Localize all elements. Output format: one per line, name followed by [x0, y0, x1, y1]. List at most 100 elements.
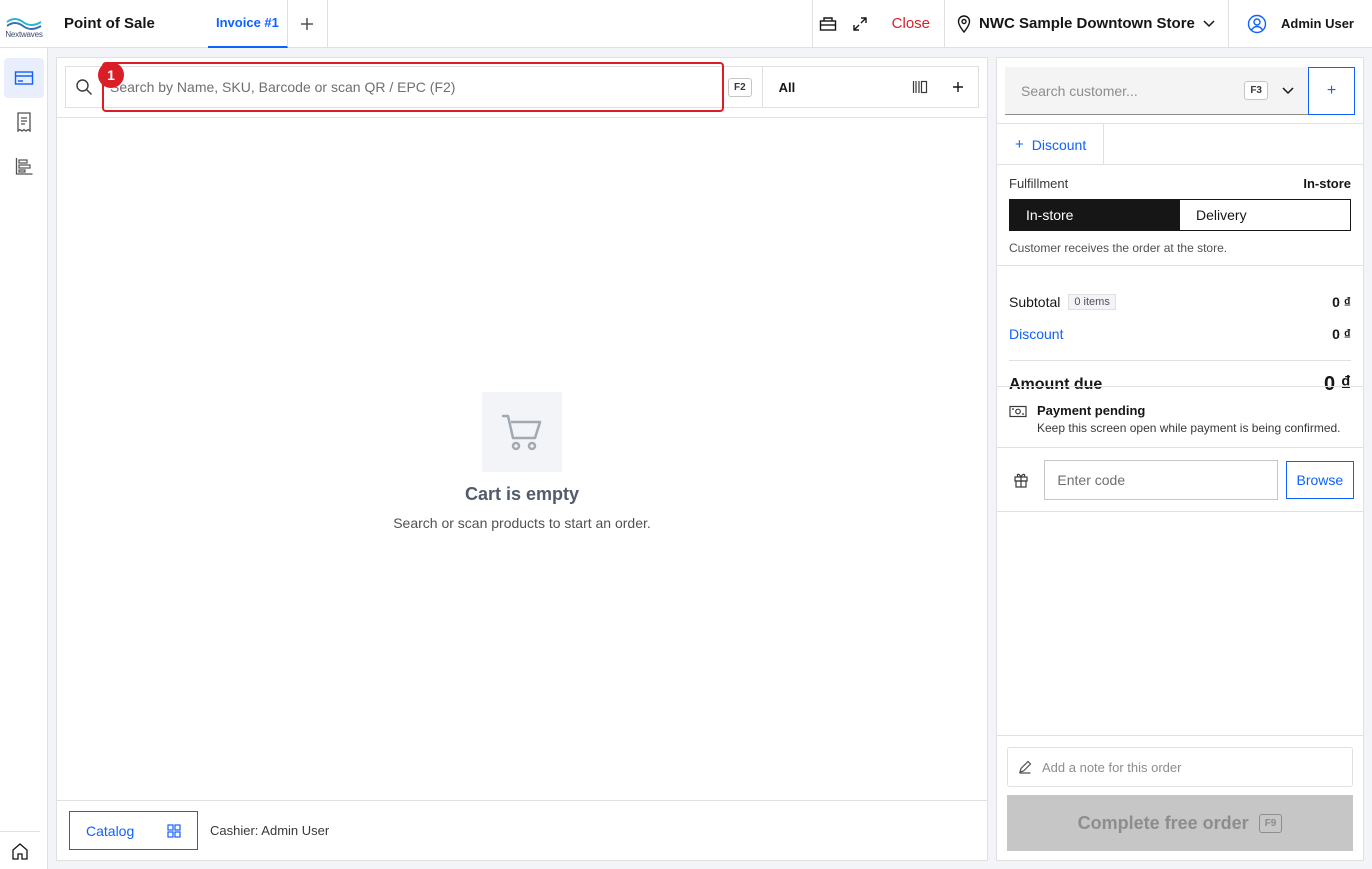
discount-link[interactable]: Discount	[1009, 326, 1063, 342]
annotation-badge: 1	[98, 62, 124, 88]
catalog-label: Catalog	[86, 822, 135, 839]
subtotal-value: 0 ₫	[1332, 294, 1351, 310]
customer-row: F3 +	[1005, 67, 1355, 115]
add-customer-button[interactable]: +	[1308, 67, 1355, 115]
plus-icon	[952, 82, 963, 92]
gift-code-row: Browse	[1009, 460, 1354, 500]
product-search-row: 1 F2 All	[65, 62, 979, 112]
complete-order-button[interactable]: Complete free order F9	[1007, 795, 1353, 851]
divider	[997, 447, 1363, 448]
plus-icon	[301, 17, 314, 30]
fulfillment-value: In-store	[1303, 176, 1351, 191]
search-icon-wrap	[66, 78, 102, 96]
subtotal-label: Subtotal	[1009, 294, 1061, 310]
side-nav	[0, 48, 48, 869]
add-discount-label: Discount	[1031, 136, 1087, 153]
amount-due-value: 0 ₫	[1324, 373, 1351, 395]
cashier-label: Cashier: Admin User	[210, 823, 330, 838]
top-bar: Nextwaves Point of Sale Invoice #1 Close…	[0, 0, 1372, 48]
payment-status-title: Payment pending	[1037, 403, 1146, 418]
customer-dropdown-toggle[interactable]	[1278, 86, 1298, 96]
store-selector[interactable]: NWC Sample Downtown Store	[945, 0, 1230, 48]
chart-icon	[15, 158, 33, 175]
discount-value: 0 ₫	[1332, 326, 1351, 342]
fulfillment-header: Fulfillment In-store	[1009, 176, 1351, 191]
divider	[57, 117, 987, 118]
pencil-icon	[1019, 760, 1032, 774]
add-discount-button[interactable]: + Discount	[997, 124, 1104, 165]
empty-cart-title: Cart is empty	[464, 484, 580, 504]
user-menu[interactable]: Admin User	[1229, 0, 1372, 48]
divider	[997, 265, 1363, 266]
user-name: Admin User	[1281, 16, 1354, 31]
card-icon	[14, 71, 34, 85]
subtotal-label-wrap: Subtotal 0 items	[1009, 294, 1116, 310]
browse-button[interactable]: Browse	[1285, 461, 1354, 499]
app-logo[interactable]: Nextwaves	[0, 0, 48, 48]
shopping-cart-icon	[502, 414, 542, 451]
shortcut-f9-badge: F9	[1258, 813, 1283, 833]
totals-section: Subtotal 0 items 0 ₫ Discount 0 ₫ Amount…	[1009, 286, 1351, 400]
discount-total-row: Discount 0 ₫	[1009, 318, 1351, 350]
logo-text: Nextwaves	[5, 30, 43, 39]
receipt-icon	[17, 112, 31, 132]
logo-waves-icon	[6, 18, 42, 30]
product-search-highlight[interactable]	[102, 62, 724, 112]
location-pin-icon	[957, 14, 971, 33]
items-count-tag: 0 items	[1068, 294, 1116, 310]
fullscreen-button[interactable]	[844, 0, 876, 48]
barcode-scan-icon	[912, 80, 927, 94]
home-icon	[12, 842, 28, 860]
nav-invoices[interactable]	[4, 102, 44, 142]
empty-cart-subtitle: Search or scan products to start an orde…	[393, 515, 651, 531]
discount-row: + Discount	[997, 123, 1363, 165]
cash-drawer-button[interactable]	[811, 0, 844, 48]
cart-illustration	[482, 392, 562, 472]
code-input[interactable]	[1044, 460, 1278, 500]
fulfillment-note: Customer receives the order at the store…	[1009, 241, 1228, 255]
expand-icon	[852, 16, 867, 31]
catalog-button[interactable]: Catalog	[69, 811, 198, 850]
tab-invoice[interactable]: Invoice #1	[208, 0, 288, 48]
gift-icon	[1014, 473, 1028, 488]
search-icon	[76, 79, 92, 95]
grid-icon	[167, 823, 181, 838]
add-tab-button[interactable]	[288, 0, 328, 48]
chevron-down-icon	[1203, 19, 1215, 27]
customer-search[interactable]: F3	[1005, 67, 1308, 115]
customer-search-input[interactable]	[1021, 82, 1245, 99]
fulfillment-toggle: In-store Delivery	[1009, 199, 1351, 231]
nav-reports[interactable]	[4, 146, 44, 186]
category-filter[interactable]: All	[761, 66, 900, 108]
divider	[997, 511, 1363, 512]
empty-cart-state: Cart is empty Search or scan products to…	[57, 392, 987, 531]
cart-panel: 1 F2 All Cart is empty Search or scan pr…	[56, 57, 988, 861]
gift-icon-wrap	[1009, 472, 1032, 488]
payment-status: Payment pending Keep this screen open wh…	[1009, 403, 1341, 435]
amount-due-row: Amount due 0 ₫	[1009, 360, 1351, 400]
order-note-input[interactable]	[1042, 759, 1352, 775]
amount-due-label: Amount due	[1009, 375, 1103, 393]
fulfillment-option-delivery[interactable]: Delivery	[1180, 200, 1350, 230]
add-custom-item-button[interactable]	[940, 66, 976, 108]
close-button[interactable]: Close	[876, 0, 946, 48]
product-search-input[interactable]	[110, 79, 722, 95]
checkout-panel: F3 + + Discount Fulfillment In-store In-…	[996, 57, 1364, 861]
divider	[997, 735, 1363, 736]
complete-order-label: Complete free order	[1077, 812, 1249, 833]
fulfillment-section: Fulfillment In-store In-store Delivery C…	[1009, 176, 1351, 255]
fulfillment-option-in-store[interactable]: In-store	[1010, 200, 1180, 230]
shortcut-f2-badge: F2	[728, 77, 752, 97]
fulfillment-label: Fulfillment	[1009, 176, 1069, 191]
cash-drawer-icon	[819, 16, 837, 31]
order-note-field[interactable]	[1007, 747, 1353, 787]
subtotal-row: Subtotal 0 items 0 ₫	[1009, 286, 1351, 318]
app-title: Point of Sale	[64, 15, 155, 32]
scan-button[interactable]	[900, 66, 940, 108]
plus-icon: +	[1015, 136, 1024, 153]
payment-status-subtitle: Keep this screen open while payment is b…	[1037, 421, 1341, 435]
cart-footer: Catalog Cashier: Admin User	[57, 800, 987, 860]
nav-home[interactable]	[0, 831, 40, 869]
payment-status-text: Payment pending Keep this screen open wh…	[1037, 403, 1341, 435]
nav-pos[interactable]	[4, 58, 44, 98]
